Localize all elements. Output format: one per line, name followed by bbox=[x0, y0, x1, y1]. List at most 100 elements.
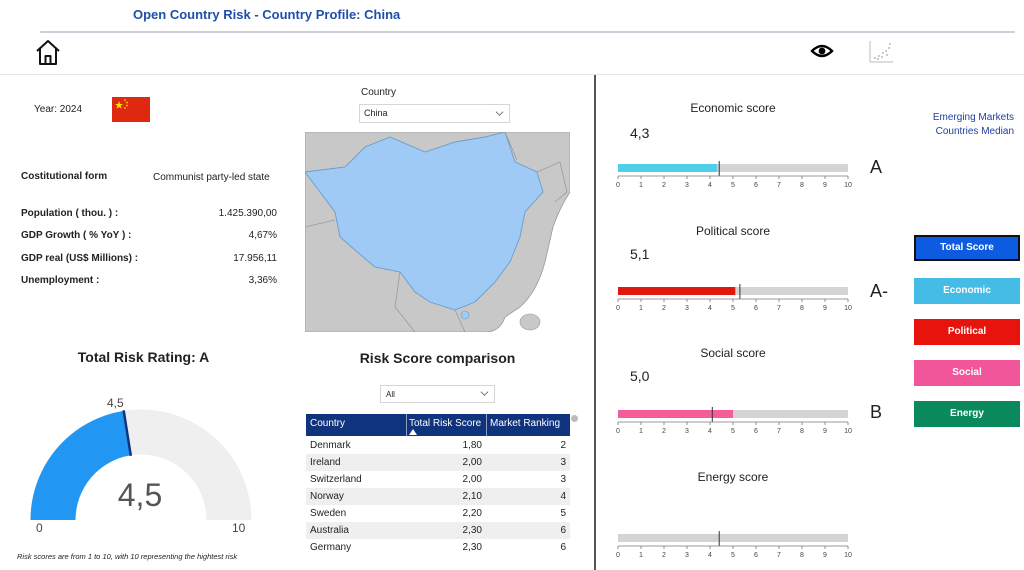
chevron-down-icon bbox=[495, 111, 504, 116]
tick-label: 6 bbox=[754, 428, 758, 435]
social-score-value: 5,0 bbox=[630, 368, 650, 384]
profile-key: GDP real (US$ Millions) : bbox=[21, 253, 139, 264]
cell-rank: 3 bbox=[560, 457, 566, 468]
column-separator bbox=[486, 414, 487, 436]
eye-icon bbox=[810, 44, 834, 58]
tick-label: 1 bbox=[639, 552, 643, 559]
column-header-market-ranking[interactable]: Market Ranking bbox=[490, 418, 560, 429]
cell-score: 2,00 bbox=[462, 474, 482, 485]
economic-score-value: 4,3 bbox=[630, 125, 650, 141]
energy-button[interactable]: Energy bbox=[914, 401, 1020, 427]
chevron-down-icon bbox=[480, 391, 489, 396]
tick-label: 4 bbox=[708, 305, 712, 312]
title-bar: Open Country Risk - Country Profile: Chi… bbox=[0, 0, 1024, 34]
comparison-filter-value: All bbox=[386, 390, 395, 399]
cell-country: Switzerland bbox=[310, 474, 362, 485]
table-row[interactable]: Germany 2,30 6 bbox=[306, 539, 570, 556]
risk-footnote: Risk scores are from 1 to 10, with 10 re… bbox=[17, 552, 238, 561]
tick-label: 5 bbox=[731, 182, 735, 189]
tick-label: 2 bbox=[662, 182, 666, 189]
column-header-total-risk-score[interactable]: Total Risk Score bbox=[409, 418, 481, 429]
profile-key: Unemployment : bbox=[21, 275, 100, 286]
sort-ascending-icon[interactable] bbox=[409, 429, 417, 435]
cell-rank: 4 bbox=[560, 491, 566, 502]
cell-country: Australia bbox=[310, 525, 349, 536]
profile-key: Population ( thou. ) : bbox=[21, 208, 119, 219]
comparison-filter-dropdown[interactable]: All bbox=[380, 385, 495, 403]
tick-label: 10 bbox=[844, 428, 852, 435]
tick-label: 5 bbox=[731, 305, 735, 312]
economic-score-grade: A bbox=[870, 157, 883, 177]
tick-label: 4 bbox=[708, 552, 712, 559]
table-row[interactable]: Sweden 2,20 5 bbox=[306, 505, 570, 522]
tick-label: 6 bbox=[754, 552, 758, 559]
table-header: Country Total Risk Score Market Ranking bbox=[306, 414, 570, 436]
total-score-button[interactable]: Total Score bbox=[914, 235, 1020, 261]
table-row[interactable]: Australia 2,30 6 bbox=[306, 522, 570, 539]
country-map[interactable] bbox=[304, 131, 571, 333]
tick-label: 8 bbox=[800, 428, 804, 435]
gauge-max-label: 10 bbox=[232, 521, 246, 535]
table-row[interactable]: Denmark 1,80 2 bbox=[306, 437, 570, 454]
home-icon bbox=[36, 40, 60, 65]
table-row[interactable]: Switzerland 2,00 3 bbox=[306, 471, 570, 488]
comparison-title: Risk Score comparison bbox=[359, 350, 516, 366]
social-score-title: Social score bbox=[700, 346, 766, 360]
tick-label: 1 bbox=[639, 305, 643, 312]
table-row[interactable]: Ireland 2,00 3 bbox=[306, 454, 570, 471]
bar-fill bbox=[618, 287, 736, 295]
cell-rank: 3 bbox=[560, 474, 566, 485]
profile-value: 4,67% bbox=[248, 230, 277, 241]
social-score-grade: B bbox=[870, 402, 883, 422]
tick-label: 8 bbox=[800, 552, 804, 559]
flag-image bbox=[112, 97, 150, 122]
cell-score: 2,30 bbox=[462, 525, 482, 536]
table-scroll-handle[interactable] bbox=[571, 415, 578, 422]
home-button[interactable] bbox=[33, 37, 63, 67]
tick-label: 3 bbox=[685, 552, 689, 559]
scatter-chart-icon bbox=[869, 41, 893, 63]
cell-score: 2,20 bbox=[462, 508, 482, 519]
political-score-grade: A- bbox=[870, 281, 888, 301]
social-button[interactable]: Social bbox=[914, 360, 1020, 386]
bar-track bbox=[618, 534, 848, 542]
energy-score-bar: 0 1 2 3 4 5 6 7 8 9 10 bbox=[616, 531, 852, 559]
political-button[interactable]: Political bbox=[914, 319, 1020, 345]
table-row[interactable]: Norway 2,10 4 bbox=[306, 488, 570, 505]
country-filter-label: Country bbox=[361, 87, 397, 98]
energy-score-title: Energy score bbox=[697, 470, 769, 484]
tick-label: 2 bbox=[662, 305, 666, 312]
tick-label: 0 bbox=[616, 428, 620, 435]
tick-label: 6 bbox=[754, 182, 758, 189]
cell-score: 1,80 bbox=[462, 440, 482, 451]
cell-rank: 2 bbox=[560, 440, 566, 451]
column-header-country[interactable]: Country bbox=[310, 418, 345, 429]
tick-label: 9 bbox=[823, 305, 827, 312]
tick-label: 3 bbox=[685, 305, 689, 312]
tick-label: 7 bbox=[777, 305, 781, 312]
scatter-chart-button[interactable] bbox=[867, 39, 895, 65]
tick-label: 0 bbox=[616, 552, 620, 559]
tick-label: 2 bbox=[662, 552, 666, 559]
tick-label: 0 bbox=[616, 305, 620, 312]
title-divider bbox=[40, 31, 1015, 33]
toolbar bbox=[0, 34, 1024, 75]
tick-label: 2 bbox=[662, 428, 666, 435]
tick-label: 10 bbox=[844, 305, 852, 312]
median-legend-label: Emerging Markets Countries Median bbox=[932, 112, 1014, 137]
eye-button[interactable] bbox=[810, 42, 834, 60]
cell-score: 2,00 bbox=[462, 457, 482, 468]
bar-fill bbox=[618, 410, 733, 418]
profile-value: 3,36% bbox=[248, 275, 277, 286]
tick-label: 7 bbox=[777, 428, 781, 435]
gauge-title: Total Risk Rating: A bbox=[77, 349, 210, 365]
country-dropdown[interactable]: China bbox=[359, 104, 510, 123]
profile-value: Communist party-led state bbox=[153, 172, 270, 183]
column-separator bbox=[406, 414, 407, 436]
economic-button[interactable]: Economic bbox=[914, 278, 1020, 304]
political-score-bar: 0 1 2 3 4 5 6 7 8 9 10 bbox=[616, 284, 852, 312]
economic-score-bar: 0 1 2 3 4 5 6 7 8 9 10 bbox=[616, 161, 852, 189]
year-label: Year: 2024 bbox=[34, 104, 83, 115]
tick-label: 9 bbox=[823, 552, 827, 559]
tick-label: 0 bbox=[616, 182, 620, 189]
